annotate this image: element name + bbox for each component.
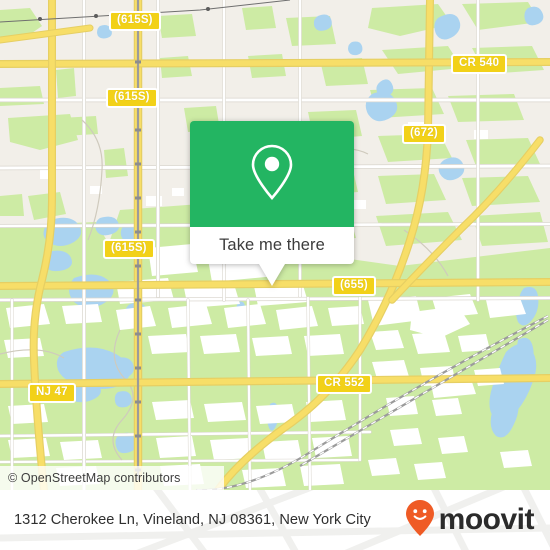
road-shield: CR 540 <box>451 54 508 74</box>
road-shield: (655) <box>332 276 376 296</box>
popup-header <box>190 121 354 227</box>
take-me-there-button[interactable]: Take me there <box>190 227 354 264</box>
address-label: 1312 Cherokee Ln, Vineland, NJ 08361, Ne… <box>14 512 371 528</box>
popup-pointer <box>259 264 285 286</box>
road-shield: (615S) <box>103 239 155 259</box>
map-screenshot: .grn { fill:#cdeba4; } .wtr { fill:#aad3… <box>0 0 550 550</box>
road-shield: (615S) <box>106 88 158 108</box>
footer-content: 1312 Cherokee Ln, Vineland, NJ 08361, Ne… <box>0 490 550 550</box>
map-attribution[interactable]: © OpenStreetMap contributors <box>0 466 224 490</box>
road-shield: NJ 47 <box>28 383 76 403</box>
road-shield: (615S) <box>109 11 161 31</box>
moovit-wordmark: moovit <box>438 503 535 536</box>
moovit-pin-smiley-icon <box>405 499 435 542</box>
road-shield: CR 552 <box>316 374 373 394</box>
moovit-logo[interactable]: moovit <box>405 499 538 542</box>
map-popup-card[interactable]: Take me there <box>190 121 354 286</box>
footer-bar: 1312 Cherokee Ln, Vineland, NJ 08361, Ne… <box>0 490 550 550</box>
map-pin-icon <box>250 143 294 206</box>
road-shield: (672) <box>402 124 446 144</box>
